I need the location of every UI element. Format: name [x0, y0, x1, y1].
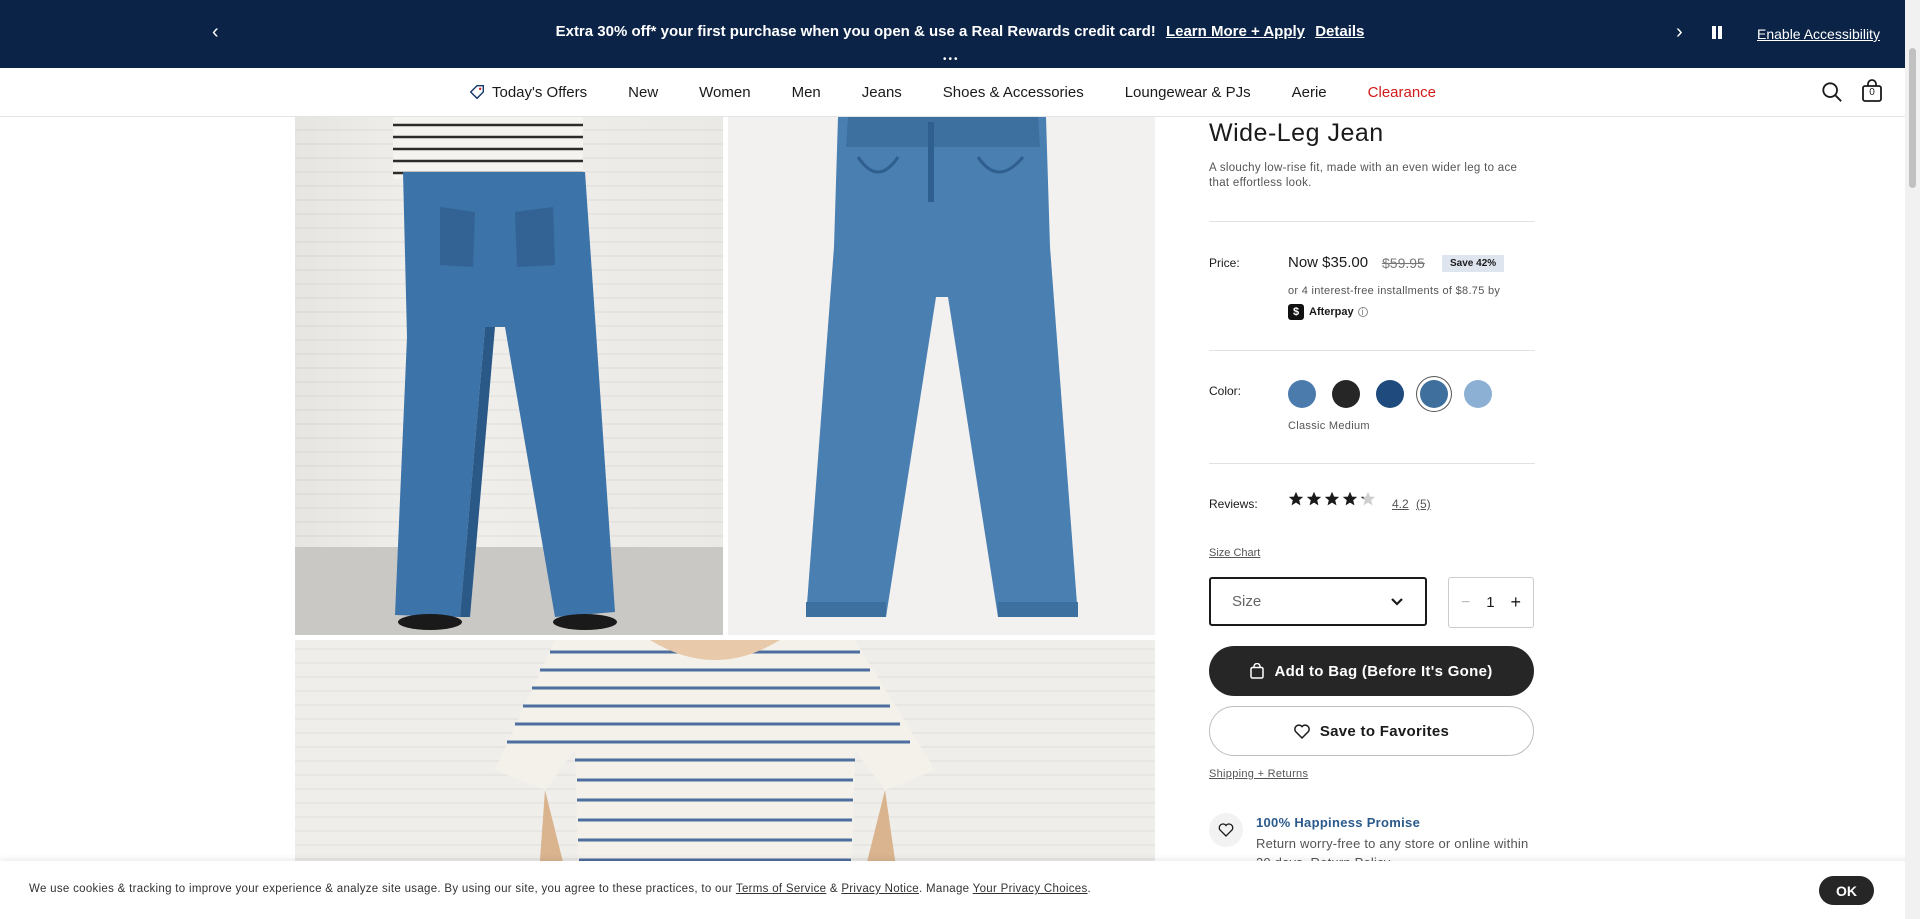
- color-label: Color:: [1209, 384, 1242, 398]
- add-to-bag-button[interactable]: Add to Bag (Before It's Gone): [1209, 646, 1534, 696]
- add-to-bag-label: Add to Bag (Before It's Gone): [1274, 662, 1493, 680]
- bag-icon: [1250, 663, 1265, 679]
- ok-button[interactable]: OK: [1819, 876, 1874, 905]
- star-icon: [1342, 491, 1358, 506]
- rating-value[interactable]: 4.2: [1392, 497, 1409, 511]
- info-icon[interactable]: i: [1357, 307, 1368, 317]
- nav-item-clearance[interactable]: Clearance: [1368, 83, 1436, 101]
- chevron-down-icon: [1391, 598, 1403, 606]
- quantity-value[interactable]: 1: [1486, 594, 1494, 611]
- star-icon: [1360, 491, 1376, 506]
- divider: [1209, 350, 1535, 351]
- terms-link[interactable]: Terms of Service: [736, 883, 826, 895]
- main-nav: Today's Offers New Women Men Jeans Shoes…: [0, 68, 1920, 117]
- heart-icon: [1293, 723, 1310, 739]
- save-badge: Save 42%: [1442, 255, 1505, 272]
- rating-count[interactable]: (5): [1416, 497, 1431, 511]
- nav-label: Today's Offers: [492, 83, 588, 101]
- nav-item-aerie[interactable]: Aerie: [1292, 83, 1327, 101]
- color-swatch[interactable]: [1288, 380, 1316, 408]
- cookie-text-part: We use cookies & tracking to improve you…: [29, 883, 733, 895]
- shipping-returns-link[interactable]: Shipping + Returns: [1209, 768, 1308, 780]
- afterpay-text: or 4 interest-free installments of $8.75…: [1288, 285, 1501, 297]
- nav-item-todays-offers[interactable]: Today's Offers: [468, 83, 587, 101]
- privacy-notice-link[interactable]: Privacy Notice: [841, 883, 919, 895]
- carousel-dots: •••: [943, 54, 960, 65]
- star-icon: [1288, 491, 1304, 506]
- cookie-text: We use cookies & tracking to improve you…: [29, 883, 1091, 895]
- cookie-banner: We use cookies & tracking to improve you…: [0, 861, 1920, 919]
- nav-item-loungewear[interactable]: Loungewear & PJs: [1125, 83, 1251, 101]
- product-description: A slouchy low-rise fit, made with an eve…: [1209, 162, 1518, 189]
- chevron-right-icon[interactable]: ›: [1676, 22, 1683, 42]
- nav-item-men[interactable]: Men: [792, 83, 821, 101]
- happiness-promise-title[interactable]: 100% Happiness Promise: [1256, 815, 1420, 830]
- price-was: $59.95: [1382, 255, 1425, 271]
- save-to-favorites-button[interactable]: Save to Favorites: [1209, 706, 1534, 756]
- minus-icon[interactable]: −: [1461, 594, 1470, 612]
- size-select[interactable]: Size: [1209, 577, 1427, 626]
- nav-item-women[interactable]: Women: [699, 83, 750, 101]
- color-swatch[interactable]: [1464, 380, 1492, 408]
- save-to-favorites-label: Save to Favorites: [1319, 722, 1450, 740]
- learn-more-link[interactable]: Learn More + Apply: [1166, 23, 1305, 40]
- plus-icon[interactable]: +: [1510, 592, 1521, 613]
- size-chart-link[interactable]: Size Chart: [1209, 547, 1260, 559]
- product-gallery: [295, 117, 1155, 919]
- star-icon: [1324, 491, 1340, 506]
- afterpay-brand: Afterpay: [1309, 306, 1354, 318]
- product-image-back[interactable]: [295, 117, 723, 635]
- divider: [1209, 221, 1535, 222]
- color-swatches: [1288, 380, 1508, 408]
- reviews-label: Reviews:: [1209, 497, 1258, 511]
- tag-icon: [469, 84, 485, 100]
- nav-item-jeans[interactable]: Jeans: [862, 83, 902, 101]
- pause-icon[interactable]: [1711, 26, 1723, 39]
- color-swatch-selected[interactable]: [1420, 380, 1448, 408]
- cookie-text-part: .: [1087, 883, 1092, 895]
- privacy-choices-link[interactable]: Your Privacy Choices: [973, 883, 1088, 895]
- star-rating[interactable]: [1288, 491, 1378, 507]
- heart-hand-icon: [1209, 813, 1243, 847]
- quantity-stepper: − 1 +: [1448, 577, 1534, 628]
- color-swatch[interactable]: [1332, 380, 1360, 408]
- star-icon: [1306, 491, 1322, 506]
- enable-accessibility-link[interactable]: Enable Accessibility: [1757, 26, 1880, 42]
- product-image-flat[interactable]: [728, 117, 1155, 635]
- promo-text: Extra 30% off* your first purchase when …: [555, 23, 1156, 40]
- nav-item-new[interactable]: New: [628, 83, 658, 101]
- color-swatch[interactable]: [1376, 380, 1404, 408]
- price-label: Price:: [1209, 256, 1240, 270]
- price-now: Now $35.00: [1288, 254, 1369, 271]
- afterpay-icon: $: [1288, 304, 1304, 320]
- nav-item-shoes-accessories[interactable]: Shoes & Accessories: [943, 83, 1084, 101]
- details-link[interactable]: Details: [1315, 23, 1364, 40]
- promo-message: Extra 30% off* your first purchase when …: [0, 23, 1920, 40]
- cookie-text-part: . Manage: [919, 883, 970, 895]
- size-placeholder: Size: [1232, 593, 1262, 610]
- scrollbar[interactable]: [1905, 0, 1920, 919]
- promo-banner: ‹ Extra 30% off* your first purchase whe…: [0, 0, 1920, 68]
- afterpay-logo[interactable]: $ Afterpay i: [1288, 304, 1368, 320]
- product-title: Wide-Leg Jean: [1209, 119, 1384, 147]
- search-icon[interactable]: [1821, 81, 1843, 103]
- scrollbar-thumb[interactable]: [1909, 48, 1916, 188]
- cookie-text-part: &: [829, 883, 838, 895]
- divider: [1209, 463, 1535, 464]
- bag-count: 0: [1869, 87, 1875, 98]
- selected-color-name: Classic Medium: [1288, 420, 1370, 432]
